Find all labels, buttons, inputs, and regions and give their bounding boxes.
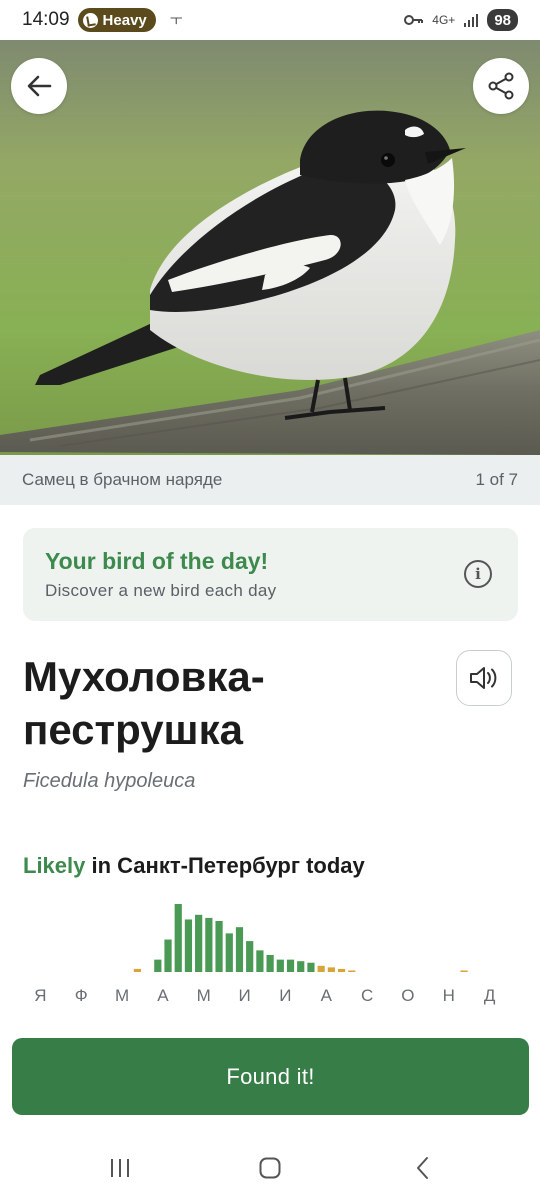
chart-bar	[246, 941, 254, 972]
bird-illustration	[0, 40, 540, 455]
battery-indicator: 98	[487, 9, 518, 31]
chart-month-label: С	[361, 986, 373, 1005]
home-icon	[259, 1157, 281, 1179]
chart-bar	[348, 970, 356, 972]
chart-month-label: М	[197, 986, 211, 1005]
media-pill-label: Heavy	[102, 11, 147, 29]
status-right: 4G+ 98	[404, 9, 518, 31]
status-extra-glyph: ㅜ	[169, 12, 183, 28]
chart-bar	[256, 950, 264, 972]
chart-bar	[174, 904, 182, 972]
recent-apps-icon	[111, 1159, 129, 1177]
chart-bar	[195, 914, 203, 972]
photo-caption-bar: Самец в брачном наряде 1 of 7	[0, 455, 540, 505]
chart-bar	[327, 967, 335, 972]
chart-bar	[133, 968, 141, 972]
likely-word: Likely	[23, 853, 86, 878]
seasonality-chart: ЯФМАМИИАСОНД	[34, 904, 496, 1005]
status-bar: 14:09 Heavy ㅜ 4G+ 98	[0, 0, 540, 40]
play-sound-button[interactable]	[456, 650, 512, 706]
back-nav-button[interactable]	[408, 1153, 438, 1183]
system-nav-bar	[0, 1135, 540, 1200]
bird-of-day-subtitle: Discover a new bird each day	[45, 581, 277, 600]
chart-bar	[297, 961, 305, 972]
common-name-line2: пеструшка	[23, 706, 243, 753]
chart-bar	[266, 955, 274, 972]
chevron-left-icon	[417, 1157, 428, 1179]
home-button[interactable]	[255, 1153, 285, 1183]
chart-month-label: О	[401, 986, 414, 1005]
chart-bar	[337, 968, 346, 972]
share-icon	[488, 72, 514, 100]
chart-bar	[154, 959, 162, 972]
bird-scientific-name: Ficedula hypoleuca	[23, 770, 196, 792]
chart-bar	[225, 933, 233, 972]
chart-month-label: А	[321, 986, 333, 1005]
chart-bar	[286, 959, 295, 972]
bird-of-day-card: Your bird of the day! Discover a new bir…	[23, 528, 518, 621]
recent-apps-button[interactable]	[105, 1153, 135, 1183]
chart-month-label: А	[157, 986, 169, 1005]
chart-month-label: И	[279, 986, 291, 1005]
chart-month-label: Д	[484, 986, 496, 1005]
photo-caption: Самец в брачном наряде	[22, 470, 223, 489]
chart-month-label: Я	[34, 986, 46, 1005]
info-icon: i	[475, 565, 481, 583]
chart-month-label: М	[115, 986, 129, 1005]
status-time: 14:09	[22, 9, 70, 30]
chart-bar	[317, 965, 325, 972]
chart-bar	[307, 962, 315, 972]
media-pill[interactable]: Heavy	[77, 8, 156, 32]
key-icon	[404, 15, 424, 25]
chart-month-label: И	[238, 986, 250, 1005]
likelihood-text: Likely in Санкт-Петербург today	[23, 853, 365, 879]
chart-bar	[215, 921, 223, 972]
bird-of-day-title: Your bird of the day!	[45, 548, 269, 574]
likely-location: in Санкт-Петербург today	[85, 853, 365, 878]
chart-bar	[205, 917, 213, 972]
arrow-left-icon	[27, 75, 52, 97]
found-it-button[interactable]: Found it!	[12, 1038, 529, 1115]
photo-counter: 1 of 7	[475, 470, 518, 489]
chart-month-label: Н	[443, 986, 455, 1005]
bird-photo[interactable]	[0, 40, 540, 455]
share-button[interactable]	[473, 58, 529, 114]
common-name-line1: Мухоловка-	[23, 653, 265, 700]
chart-bar	[235, 927, 244, 972]
chart-bar	[276, 959, 284, 972]
chart-bar	[460, 970, 468, 972]
signal-icon	[464, 14, 479, 27]
music-icon	[82, 12, 98, 28]
info-button[interactable]: i	[464, 560, 492, 588]
network-type: 4G+	[432, 13, 456, 27]
chart-bar	[164, 939, 172, 972]
bird-common-name: Мухоловка- пеструшка	[23, 650, 443, 756]
chart-month-label: Ф	[75, 986, 88, 1005]
chart-bar	[184, 919, 193, 972]
back-button[interactable]	[11, 58, 67, 114]
speaker-icon	[470, 667, 497, 689]
